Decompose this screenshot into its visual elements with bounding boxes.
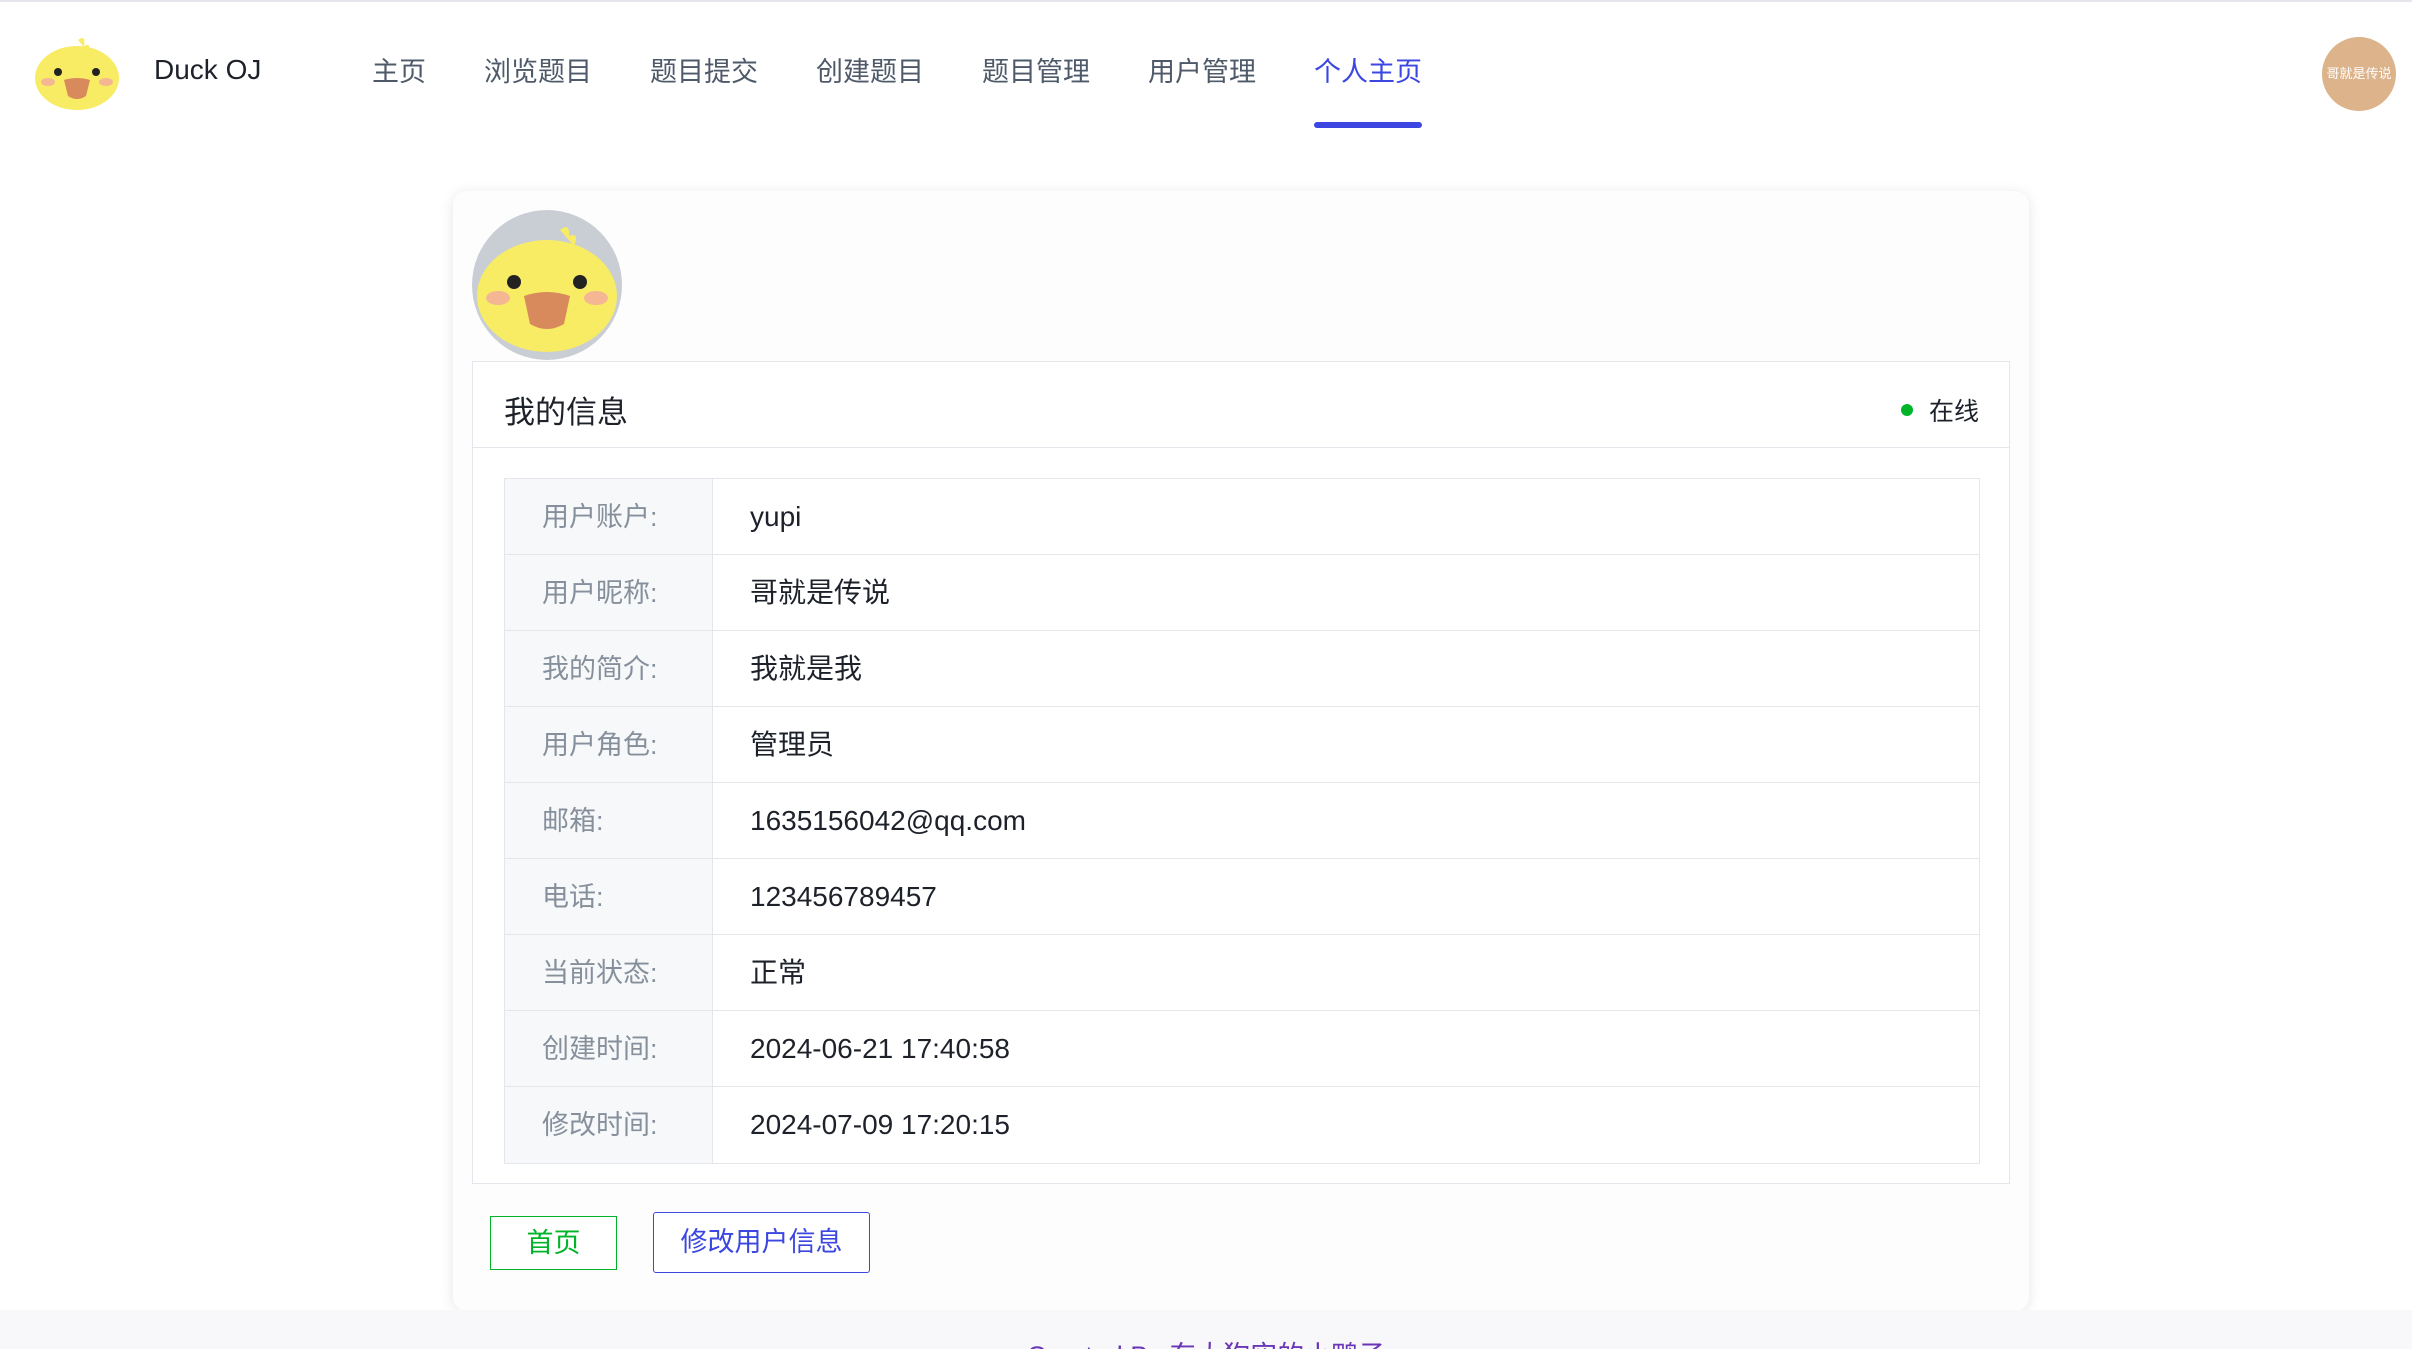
footer-credit: Created By 东大狗实的小鸭子 [0,1334,2412,1349]
active-tab-indicator [1314,122,1422,128]
user-avatar[interactable]: 哥就是传说 [2322,37,2396,111]
info-value: 正常 [750,957,807,988]
info-label: 电话: [505,859,713,934]
info-label: 用户昵称: [505,555,713,630]
nav-label: 主页 [372,57,426,87]
main-nav: 主页 浏览题目 题目提交 创建题目 题目管理 用户管理 个人主页 [350,2,1458,142]
info-value: 2024-06-21 17:40:58 [750,1033,1010,1064]
info-value: 我就是我 [750,653,863,684]
nav-label: 用户管理 [1148,57,1256,87]
info-value: 哥就是传说 [750,577,891,608]
nav-label: 题目管理 [982,57,1090,87]
my-info-panel: 我的信息 在线 用户账户: yupi 用户昵称: 哥就是传说 我的简介: 我就是… [472,361,2010,1184]
home-button[interactable]: 首页 [490,1216,617,1270]
user-info-table: 用户账户: yupi 用户昵称: 哥就是传说 我的简介: 我就是我 用户角色: … [504,478,1980,1164]
info-row-email: 邮箱: 1635156042@qq.com [505,783,1979,859]
profile-avatar [472,210,622,360]
online-status: 在线 [1900,392,1979,428]
panel-header: 我的信息 在线 [473,362,2009,448]
info-row-account: 用户账户: yupi [505,479,1979,555]
nav-profile[interactable]: 个人主页 [1292,2,1444,142]
nav-browse-problems[interactable]: 浏览题目 [462,2,614,142]
info-value: 管理员 [750,729,835,760]
info-row-phone: 电话: 123456789457 [505,859,1979,935]
info-row-created: 创建时间: 2024-06-21 17:40:58 [505,1011,1979,1087]
info-row-updated: 修改时间: 2024-07-09 17:20:15 [505,1087,1979,1163]
nav-label: 题目提交 [650,57,758,87]
info-row-role: 用户角色: 管理员 [505,707,1979,783]
online-dot-icon [1900,404,1913,416]
nav-label: 浏览题目 [484,57,592,87]
info-row-nickname: 用户昵称: 哥就是传说 [505,555,1979,631]
info-value: 1635156042@qq.com [750,805,1026,836]
status-label: 在线 [1928,398,1979,426]
top-navbar: Duck OJ 主页 浏览题目 题目提交 创建题目 题目管理 用户管理 个人主页… [0,2,2412,142]
info-label: 创建时间: [505,1011,713,1086]
nav-submissions[interactable]: 题目提交 [628,2,780,142]
duck-avatar-icon [477,227,617,352]
info-row-status: 当前状态: 正常 [505,935,1979,1011]
footer: Created By 东大狗实的小鸭子 [0,1310,2412,1349]
info-row-bio: 我的简介: 我就是我 [505,631,1979,707]
info-label: 用户角色: [505,707,713,782]
info-label: 我的简介: [505,631,713,706]
nav-manage-users[interactable]: 用户管理 [1126,2,1278,142]
brand-name: Duck OJ [154,54,262,85]
panel-title: 我的信息 [504,395,628,430]
nav-home[interactable]: 主页 [350,2,448,142]
info-label: 用户账户: [505,479,713,554]
info-label: 修改时间: [505,1087,713,1163]
info-value: 2024-07-09 17:20:15 [750,1109,1010,1140]
nav-create-problem[interactable]: 创建题目 [794,2,946,142]
profile-card: 我的信息 在线 用户账户: yupi 用户昵称: 哥就是传说 我的简介: 我就是… [453,191,2029,1311]
duck-logo-icon[interactable] [34,32,120,110]
info-label: 邮箱: [505,783,713,858]
info-value: 123456789457 [750,881,937,912]
nav-label: 个人主页 [1314,57,1422,87]
nav-manage-problems[interactable]: 题目管理 [960,2,1112,142]
nav-label: 创建题目 [816,57,924,87]
info-label: 当前状态: [505,935,713,1010]
edit-user-info-button[interactable]: 修改用户信息 [653,1212,870,1273]
info-value: yupi [750,501,802,532]
